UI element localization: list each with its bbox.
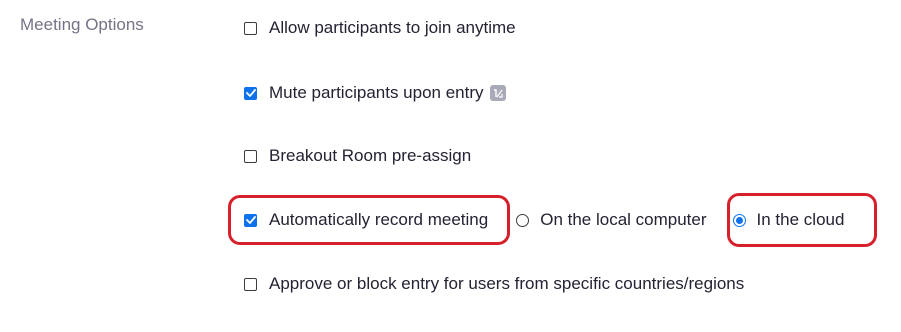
- approve-block-checkbox[interactable]: [244, 277, 257, 291]
- record-cloud-radio[interactable]: [732, 213, 746, 227]
- join-anytime-checkbox[interactable]: [244, 21, 257, 35]
- auto-record-label[interactable]: Automatically record meeting: [269, 210, 488, 230]
- record-local-label[interactable]: On the local computer: [540, 210, 706, 230]
- approve-block-option[interactable]: Approve or block entry for users from sp…: [244, 272, 744, 296]
- join-anytime-label[interactable]: Allow participants to join anytime: [269, 18, 516, 38]
- record-cloud-label[interactable]: In the cloud: [757, 210, 845, 230]
- mute-on-entry-label[interactable]: Mute participants upon entry: [269, 83, 484, 103]
- info-icon[interactable]: [489, 85, 506, 101]
- mute-on-entry-checkbox[interactable]: [244, 86, 257, 100]
- record-local-radio[interactable]: [516, 213, 530, 227]
- auto-record-checkbox[interactable]: [244, 213, 257, 227]
- mute-on-entry-option[interactable]: Mute participants upon entry: [244, 81, 506, 105]
- approve-block-label[interactable]: Approve or block entry for users from sp…: [269, 274, 744, 294]
- record-local-option[interactable]: On the local computer: [516, 210, 707, 230]
- record-cloud-option[interactable]: In the cloud: [732, 210, 845, 230]
- checkmark-icon: [245, 89, 256, 97]
- breakout-preassign-option[interactable]: Breakout Room pre-assign: [244, 144, 471, 168]
- join-anytime-option[interactable]: Allow participants to join anytime: [244, 16, 516, 40]
- info-glyph-icon: [493, 89, 503, 98]
- breakout-preassign-label[interactable]: Breakout Room pre-assign: [269, 146, 471, 166]
- auto-record-option[interactable]: Automatically record meeting On the loca…: [244, 208, 844, 232]
- meeting-options-label: Meeting Options: [20, 15, 144, 34]
- checkmark-icon: [245, 216, 256, 224]
- breakout-preassign-checkbox[interactable]: [244, 149, 257, 163]
